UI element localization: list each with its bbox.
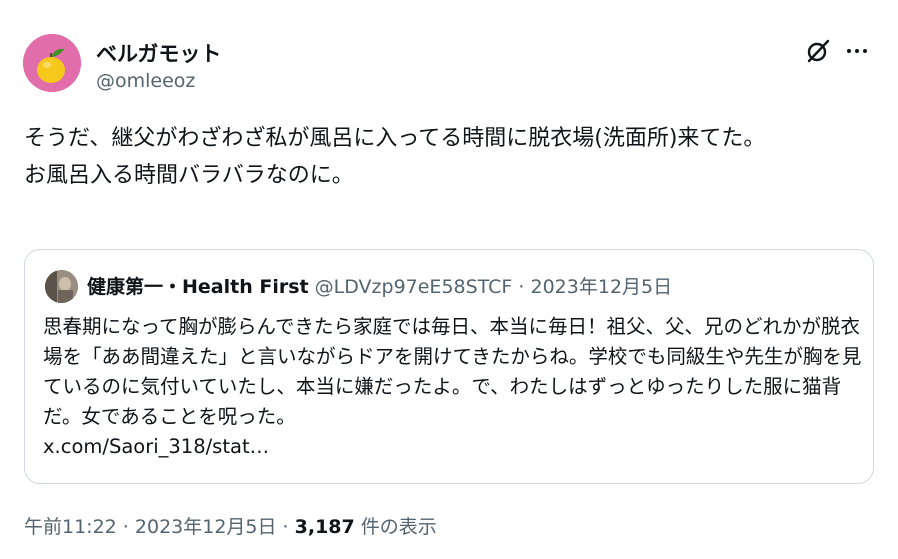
tweet-text: そうだ、継父がわざわざ私が風呂に入ってる時間に脱衣場(洗面所)来てた。 お風呂入… bbox=[24, 126, 766, 188]
grok-slash-icon[interactable] bbox=[805, 38, 831, 64]
quote-header: 健康第一・Health First @LDVzp97eE58STCF · 202… bbox=[87, 272, 672, 299]
author-avatar[interactable] bbox=[23, 34, 81, 92]
footer-separator: · bbox=[116, 516, 135, 538]
quote-handle[interactable]: @LDVzp97eE58STCF bbox=[315, 276, 513, 298]
views-label: 件の表示 bbox=[354, 516, 437, 538]
quote-text: 思春期になって胸が膨らんできたら家庭では毎日、本当に毎日！祖父、父、兄のどれかが… bbox=[43, 315, 862, 428]
quote-date[interactable]: 2023年12月5日 bbox=[531, 276, 673, 298]
quote-link[interactable]: x.com/Saori_318/stat… bbox=[43, 435, 269, 458]
yuzu-avatar-image bbox=[23, 34, 81, 92]
tweet-time[interactable]: 午前11:22 bbox=[24, 516, 117, 538]
author-display-name[interactable]: ベルガモット bbox=[96, 38, 221, 68]
quote-separator: · bbox=[512, 276, 531, 298]
author-handle[interactable]: @omleeoz bbox=[96, 70, 195, 92]
quoted-tweet-card[interactable]: 健康第一・Health First @LDVzp97eE58STCF · 202… bbox=[24, 249, 874, 484]
views-count: 3,187 bbox=[294, 516, 355, 538]
quote-body: 思春期になって胸が膨らんできたら家庭では毎日、本当に毎日！祖父、父、兄のどれかが… bbox=[43, 312, 863, 462]
footer-separator-2: · bbox=[276, 516, 295, 538]
tweet-date[interactable]: 2023年12月5日 bbox=[135, 516, 277, 538]
more-horizontal-icon[interactable] bbox=[845, 40, 869, 62]
quote-author-avatar[interactable] bbox=[45, 270, 78, 303]
quote-display-name[interactable]: 健康第一・Health First bbox=[87, 276, 309, 298]
tweet-footer: 午前11:22 · 2023年12月5日 · 3,187 件の表示 bbox=[24, 512, 437, 539]
photo-avatar-image bbox=[45, 270, 78, 303]
